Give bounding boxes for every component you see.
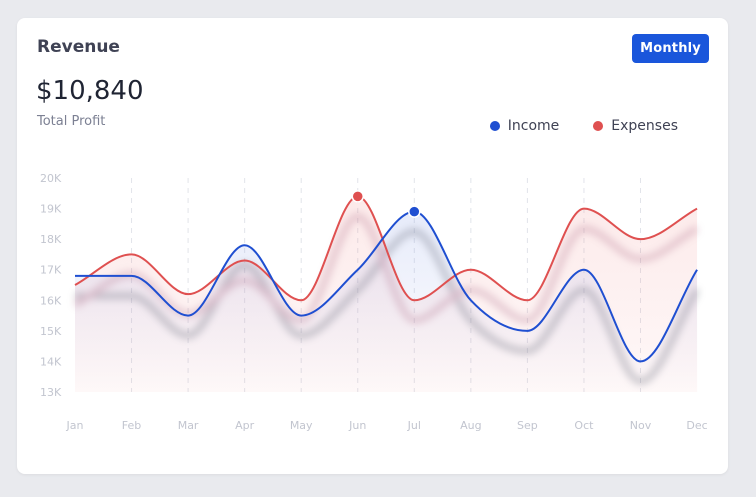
y-tick-label: 19K <box>40 203 62 216</box>
x-tick-label: Mar <box>178 419 199 432</box>
x-tick-label: Sep <box>517 419 538 432</box>
y-tick-label: 13K <box>40 386 62 399</box>
x-tick-label: Feb <box>122 419 141 432</box>
y-tick-label: 17K <box>40 264 62 277</box>
income-point-marker <box>408 205 421 218</box>
x-tick-label: Jun <box>348 419 366 432</box>
x-tick-label: Nov <box>630 419 652 432</box>
y-tick-label: 20K <box>40 172 62 185</box>
y-tick-label: 15K <box>40 325 62 338</box>
x-tick-label: Apr <box>235 419 255 432</box>
x-tick-label: Dec <box>686 419 707 432</box>
x-tick-label: Oct <box>574 419 594 432</box>
x-tick-label: Jan <box>66 419 84 432</box>
y-tick-label: 18K <box>40 233 62 246</box>
x-tick-label: Jul <box>407 419 421 432</box>
y-tick-label: 14K <box>40 355 62 368</box>
revenue-line-chart: 13K 14K 15K 16K 17K 18K 19K 20K Jan Feb Mar Apr May J… <box>40 172 708 432</box>
y-tick-label: 16K <box>40 294 62 307</box>
expenses-point-marker <box>351 190 364 203</box>
x-tick-label: May <box>290 419 313 432</box>
x-tick-label: Aug <box>460 419 481 432</box>
